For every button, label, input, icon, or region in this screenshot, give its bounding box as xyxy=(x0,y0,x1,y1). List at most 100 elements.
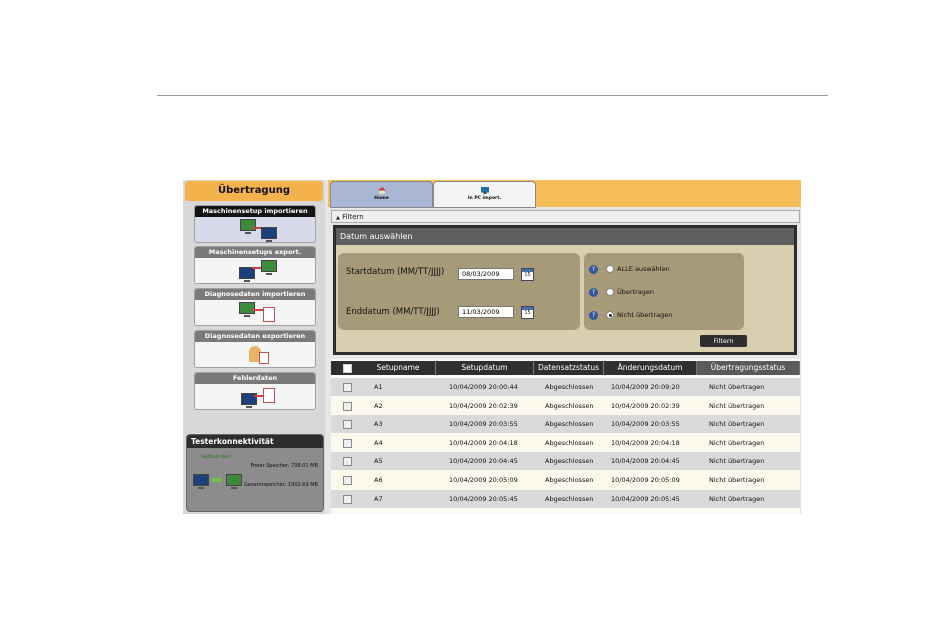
connection-status: Verbunden xyxy=(201,454,231,460)
filter-toggle-label: Filtern xyxy=(342,213,364,221)
table-cell: A4 xyxy=(374,438,383,447)
table-cell: A1 xyxy=(374,383,383,391)
table-row[interactable]: A7 10/04/2009 20:05:45 Abgeschlossen 10/04/… xyxy=(331,489,800,508)
table-cell: Nicht übertragen xyxy=(709,476,765,484)
table-cell: A3 xyxy=(374,420,383,429)
sidebar-item-export-machine-setups[interactable]: Maschinensetups export. xyxy=(194,246,316,284)
row-checkbox[interactable] xyxy=(343,420,352,430)
option-transferred[interactable]: ? Übertragen xyxy=(589,286,654,298)
date-filter-panel: Datum auswählen Startdatum (MM/TT/JJJJ) … xyxy=(333,225,797,355)
person-export-icon xyxy=(195,342,315,367)
free-memory: Freier Speicher: 798.01 MB xyxy=(250,463,318,469)
sidebar-item-label: Maschinensetup importieren xyxy=(195,206,315,217)
diagnostics-import-icon xyxy=(195,300,315,325)
filter-button[interactable]: Filtern xyxy=(700,335,747,347)
error-data-icon xyxy=(195,384,315,409)
transfer-to-pc-icon xyxy=(195,217,315,242)
option-all[interactable]: ? ALLE auswählen xyxy=(589,263,670,275)
sidebar-item-label: Diagnosedaten importieren xyxy=(195,289,315,300)
tab-label: Home xyxy=(374,196,389,201)
end-calendar-icon[interactable]: 15 xyxy=(521,306,534,319)
start-date-label: Startdatum (MM/TT/JJJJ) xyxy=(346,267,445,277)
pc-import-icon xyxy=(480,187,489,194)
table-cell: A7 xyxy=(374,494,383,503)
page-rule xyxy=(157,95,828,96)
date-filter-title: Datum auswählen xyxy=(336,228,794,245)
collapse-arrow-icon: ▲ xyxy=(336,215,340,221)
table-header: Setupname Setupdatum Datensatzstatus Änd… xyxy=(331,361,800,375)
sidebar-title: Übertragung xyxy=(185,181,323,201)
row-checkbox[interactable] xyxy=(343,476,352,485)
table-cell: Nicht übertragen xyxy=(709,457,765,466)
table-cell: Nicht übertragen xyxy=(709,383,765,391)
tab-label: In PC import. xyxy=(467,196,502,201)
row-checkbox[interactable] xyxy=(343,401,352,411)
table-cell: 10/04/2009 20:02:39 xyxy=(611,401,680,410)
column-header[interactable]: Setupname xyxy=(361,361,436,375)
table-cell: A6 xyxy=(374,476,383,484)
radio-not-transferred[interactable] xyxy=(606,311,614,319)
table-cell: 10/04/2009 20:04:18 xyxy=(449,438,518,447)
radio-transferred[interactable] xyxy=(606,288,614,296)
sidebar-item-import-diagnostics[interactable]: Diagnosedaten importieren xyxy=(194,288,316,326)
table-cell: 10/04/2009 20:03:55 xyxy=(611,420,680,429)
tester-device-icon xyxy=(226,474,242,489)
sidebar: Übertragung Maschinensetup importieren M… xyxy=(183,180,325,514)
table-row[interactable]: A2 10/04/2009 20:02:39 Abgeschlossen 10/04/… xyxy=(331,396,800,415)
table-row[interactable]: A4 10/04/2009 20:04:18 Abgeschlossen 10/04/… xyxy=(331,433,800,452)
link-icon xyxy=(212,478,222,482)
table-row[interactable]: A5 10/04/2009 20:04:45 Abgeschlossen 10/04/… xyxy=(331,452,800,471)
help-icon[interactable]: ? xyxy=(589,310,598,320)
column-header[interactable]: Datensatzstatus xyxy=(534,361,604,375)
table-cell: A2 xyxy=(374,401,383,410)
transfer-status-options: ? ALLE auswählen ? Übertragen ? Nicht übert… xyxy=(584,253,744,330)
end-date-input[interactable] xyxy=(458,306,514,318)
table-row[interactable]: A3 10/04/2009 20:03:55 Abgeschlossen 10/04/… xyxy=(331,415,800,434)
table-cell: Nicht übertragen xyxy=(709,401,765,410)
row-checkbox[interactable] xyxy=(343,383,352,392)
radio-all[interactable] xyxy=(606,265,614,273)
table-cell: Nicht übertragen xyxy=(709,494,765,503)
table-row[interactable]: A1 10/04/2009 20:00:44 Abgeschlossen 10/04/… xyxy=(331,378,800,396)
end-date-label: Enddatum (MM/TT/JJJJ) xyxy=(346,307,440,317)
sidebar-item-import-machine-setup[interactable]: Maschinensetup importieren xyxy=(194,205,316,243)
tester-title: Testerkonnektivität xyxy=(187,435,323,448)
select-all-checkbox[interactable] xyxy=(343,364,352,373)
table-row[interactable]: A6 10/04/2009 20:05:09 Abgeschlossen 10/04/… xyxy=(331,471,800,489)
sidebar-item-export-diagnostics[interactable]: Diagnosedaten exportieren xyxy=(194,330,316,368)
help-icon[interactable]: ? xyxy=(589,264,598,274)
total-memory: Gesamtspeicher: 1902.69 MB xyxy=(244,482,318,488)
start-date-input[interactable] xyxy=(458,268,514,280)
table-cell: 10/04/2009 20:00:44 xyxy=(449,383,518,391)
transfer-to-tester-icon xyxy=(195,258,315,283)
date-range-panel: Startdatum (MM/TT/JJJJ) 15 Enddatum (MM/… xyxy=(338,253,580,330)
row-checkbox[interactable] xyxy=(343,494,352,504)
row-checkbox[interactable] xyxy=(343,438,352,448)
table-cell: Abgeschlossen xyxy=(545,383,594,391)
table-cell: Abgeschlossen xyxy=(545,457,594,466)
table-cell: Abgeschlossen xyxy=(545,476,594,484)
tab-home[interactable]: Home xyxy=(330,181,433,208)
option-label: Nicht übertragen xyxy=(617,311,673,319)
transfer-app: Übertragung Maschinensetup importieren M… xyxy=(183,180,801,514)
top-tab-bar: Home In PC import. xyxy=(328,180,801,208)
help-icon[interactable]: ? xyxy=(589,287,598,297)
sidebar-item-label: Diagnosedaten exportieren xyxy=(195,331,315,342)
column-header[interactable]: Änderungsdatum xyxy=(604,361,697,375)
table-cell: Nicht übertragen xyxy=(709,420,765,429)
option-not-transferred[interactable]: ? Nicht übertragen xyxy=(589,309,672,321)
table-cell: 10/04/2009 20:09:20 xyxy=(611,383,680,391)
home-icon xyxy=(377,187,386,194)
table-cell: 10/04/2009 20:05:09 xyxy=(449,476,518,484)
column-header[interactable]: Setupdatum xyxy=(436,361,534,375)
table-cell: 10/04/2009 20:04:45 xyxy=(449,457,518,466)
tab-pc-import[interactable]: In PC import. xyxy=(433,181,536,208)
column-header[interactable]: Übertragungsstatus xyxy=(697,361,800,375)
sidebar-item-error-data[interactable]: Fehlerdaten xyxy=(194,372,316,410)
row-checkbox[interactable] xyxy=(343,457,352,467)
setup-table: Setupname Setupdatum Datensatzstatus Änd… xyxy=(331,359,800,514)
pc-icon xyxy=(193,474,209,489)
table-cell: 10/04/2009 20:04:18 xyxy=(611,438,680,447)
start-calendar-icon[interactable]: 15 xyxy=(521,268,534,281)
filter-toggle-bar[interactable]: ▲ Filtern xyxy=(331,210,800,223)
